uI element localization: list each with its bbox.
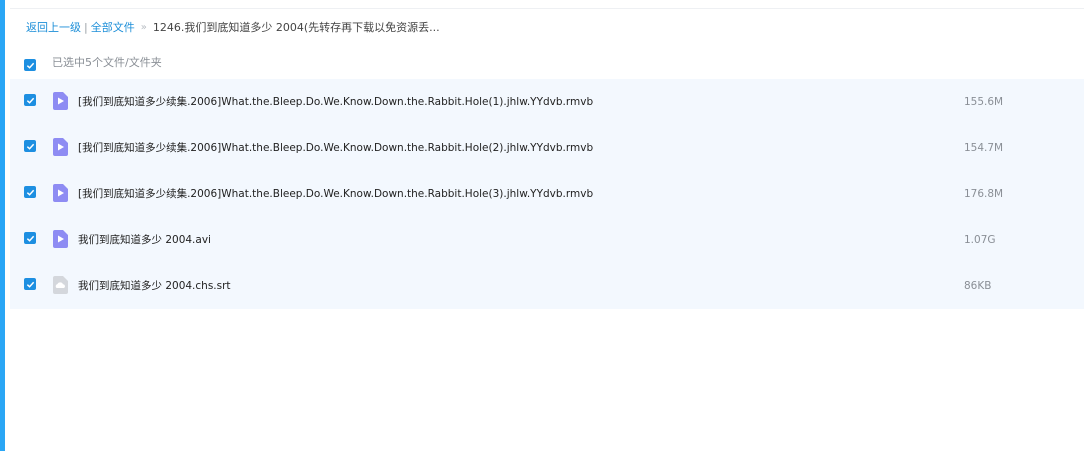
back-link[interactable]: 返回上一级	[26, 20, 81, 36]
file-list: [我们到底知道多少续集.2006]What.the.Bleep.Do.We.Kn…	[10, 79, 1084, 309]
breadcrumb-arrow-icon: »	[140, 22, 147, 33]
file-name[interactable]: [我们到底知道多少续集.2006]What.the.Bleep.Do.We.Kn…	[78, 140, 593, 156]
video-file-icon	[53, 92, 68, 110]
select-all: 已选中5个文件/文件夹	[24, 57, 162, 71]
selection-count-label: 已选中5个文件/文件夹	[52, 56, 162, 69]
file-name[interactable]: [我们到底知道多少续集.2006]What.the.Bleep.Do.We.Kn…	[78, 186, 593, 202]
video-file-icon	[53, 138, 68, 156]
breadcrumb-separator: |	[84, 21, 88, 34]
file-name[interactable]: 我们到底知道多少 2004.avi	[78, 232, 211, 248]
file-name[interactable]: [我们到底知道多少续集.2006]What.the.Bleep.Do.We.Kn…	[78, 94, 593, 110]
file-size: 176.8M	[964, 188, 1004, 200]
breadcrumb: 返回上一级 | 全部文件 » 1246.我们到底知道多少 2004(先转存再下载…	[26, 20, 440, 36]
file-size: 86KB	[964, 280, 992, 292]
file-checkbox[interactable]	[24, 94, 36, 106]
divider	[10, 8, 1084, 9]
subtitle-file-icon	[53, 276, 68, 294]
check-icon	[26, 143, 34, 150]
file-row[interactable]: [我们到底知道多少续集.2006]What.the.Bleep.Do.We.Kn…	[10, 125, 1084, 171]
file-row[interactable]: [我们到底知道多少续集.2006]What.the.Bleep.Do.We.Kn…	[10, 79, 1084, 125]
check-icon	[26, 97, 34, 104]
check-icon	[26, 189, 34, 196]
check-icon	[26, 62, 34, 69]
check-icon	[26, 281, 34, 288]
file-size: 1.07G	[964, 234, 996, 246]
file-row[interactable]: [我们到底知道多少续集.2006]What.the.Bleep.Do.We.Kn…	[10, 171, 1084, 217]
video-file-icon	[53, 184, 68, 202]
file-row[interactable]: 我们到底知道多少 2004.chs.srt 86KB	[10, 263, 1084, 309]
file-size: 154.7M	[964, 142, 1004, 154]
file-checkbox[interactable]	[24, 232, 36, 244]
file-checkbox[interactable]	[24, 140, 36, 152]
window-edge-bar	[0, 0, 5, 451]
check-icon	[26, 235, 34, 242]
file-name[interactable]: 我们到底知道多少 2004.chs.srt	[78, 278, 231, 294]
file-row[interactable]: 我们到底知道多少 2004.avi 1.07G	[10, 217, 1084, 263]
all-files-link[interactable]: 全部文件	[91, 20, 135, 36]
video-file-icon	[53, 230, 68, 248]
select-all-checkbox[interactable]	[24, 59, 36, 71]
file-checkbox[interactable]	[24, 186, 36, 198]
current-folder: 1246.我们到底知道多少 2004(先转存再下载以免资源丢...	[152, 21, 440, 34]
file-checkbox[interactable]	[24, 278, 36, 290]
file-size: 155.6M	[964, 96, 1004, 108]
